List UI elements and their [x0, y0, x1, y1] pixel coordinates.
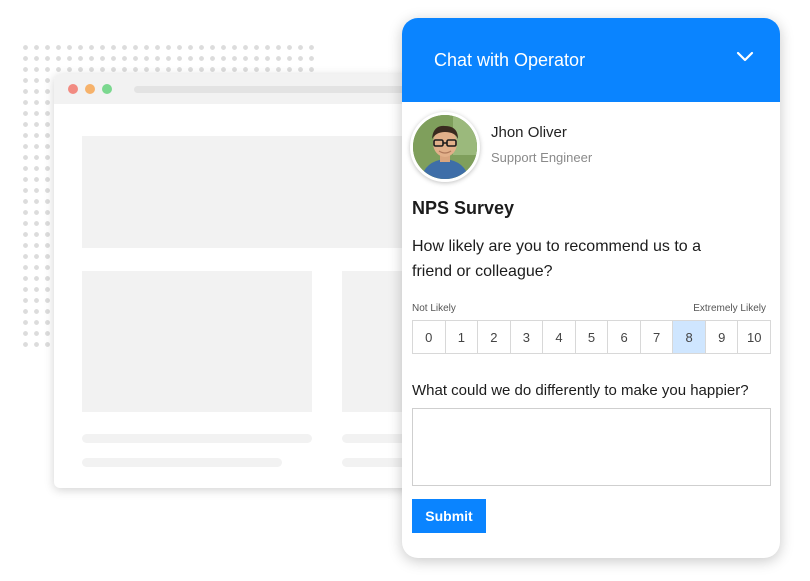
operator-card: Jhon Oliver Support Engineer: [410, 112, 770, 182]
chat-widget: Chat with Operator Jhon Oliver Support E…: [402, 18, 780, 558]
text-line-placeholder: [82, 458, 282, 467]
survey-title: NPS Survey: [412, 198, 515, 218]
window-close-dot: [68, 84, 78, 94]
nps-option-1[interactable]: 1: [446, 321, 479, 353]
window-minimize-dot: [85, 84, 95, 94]
nps-option-5[interactable]: 5: [576, 321, 609, 353]
submit-button[interactable]: Submit: [412, 499, 486, 533]
nps-option-4[interactable]: 4: [543, 321, 576, 353]
browser-title-bar: [54, 74, 450, 104]
card-placeholder: [82, 271, 312, 412]
operator-photo: [413, 115, 477, 179]
survey-question: How likely are you to recommend us to a …: [412, 238, 702, 280]
nps-scale: 0 1 2 3 4 5 6 7 8 9 10: [412, 320, 771, 354]
nps-option-10[interactable]: 10: [738, 321, 770, 353]
scale-low-label: Not Likely: [412, 303, 456, 314]
text-line-placeholder: [82, 434, 312, 443]
nps-option-9[interactable]: 9: [706, 321, 739, 353]
feedback-textarea[interactable]: [412, 408, 771, 486]
address-bar-placeholder: [134, 86, 434, 93]
followup-question: What could we do differently to make you…: [412, 382, 749, 399]
chevron-down-icon[interactable]: [736, 48, 754, 66]
operator-name: Jhon Oliver: [491, 124, 567, 141]
nps-option-2[interactable]: 2: [478, 321, 511, 353]
scale-high-label: Extremely Likely: [693, 303, 766, 314]
nps-option-8[interactable]: 8: [673, 321, 706, 353]
background-browser-mock: [54, 74, 450, 488]
nps-option-3[interactable]: 3: [511, 321, 544, 353]
nps-option-6[interactable]: 6: [608, 321, 641, 353]
avatar: [410, 112, 480, 182]
window-maximize-dot: [102, 84, 112, 94]
nps-option-0[interactable]: 0: [413, 321, 446, 353]
chat-title: Chat with Operator: [434, 50, 586, 70]
operator-role: Support Engineer: [491, 150, 593, 165]
chat-header[interactable]: Chat with Operator: [402, 18, 780, 102]
hero-placeholder: [82, 136, 422, 248]
nps-option-7[interactable]: 7: [641, 321, 674, 353]
